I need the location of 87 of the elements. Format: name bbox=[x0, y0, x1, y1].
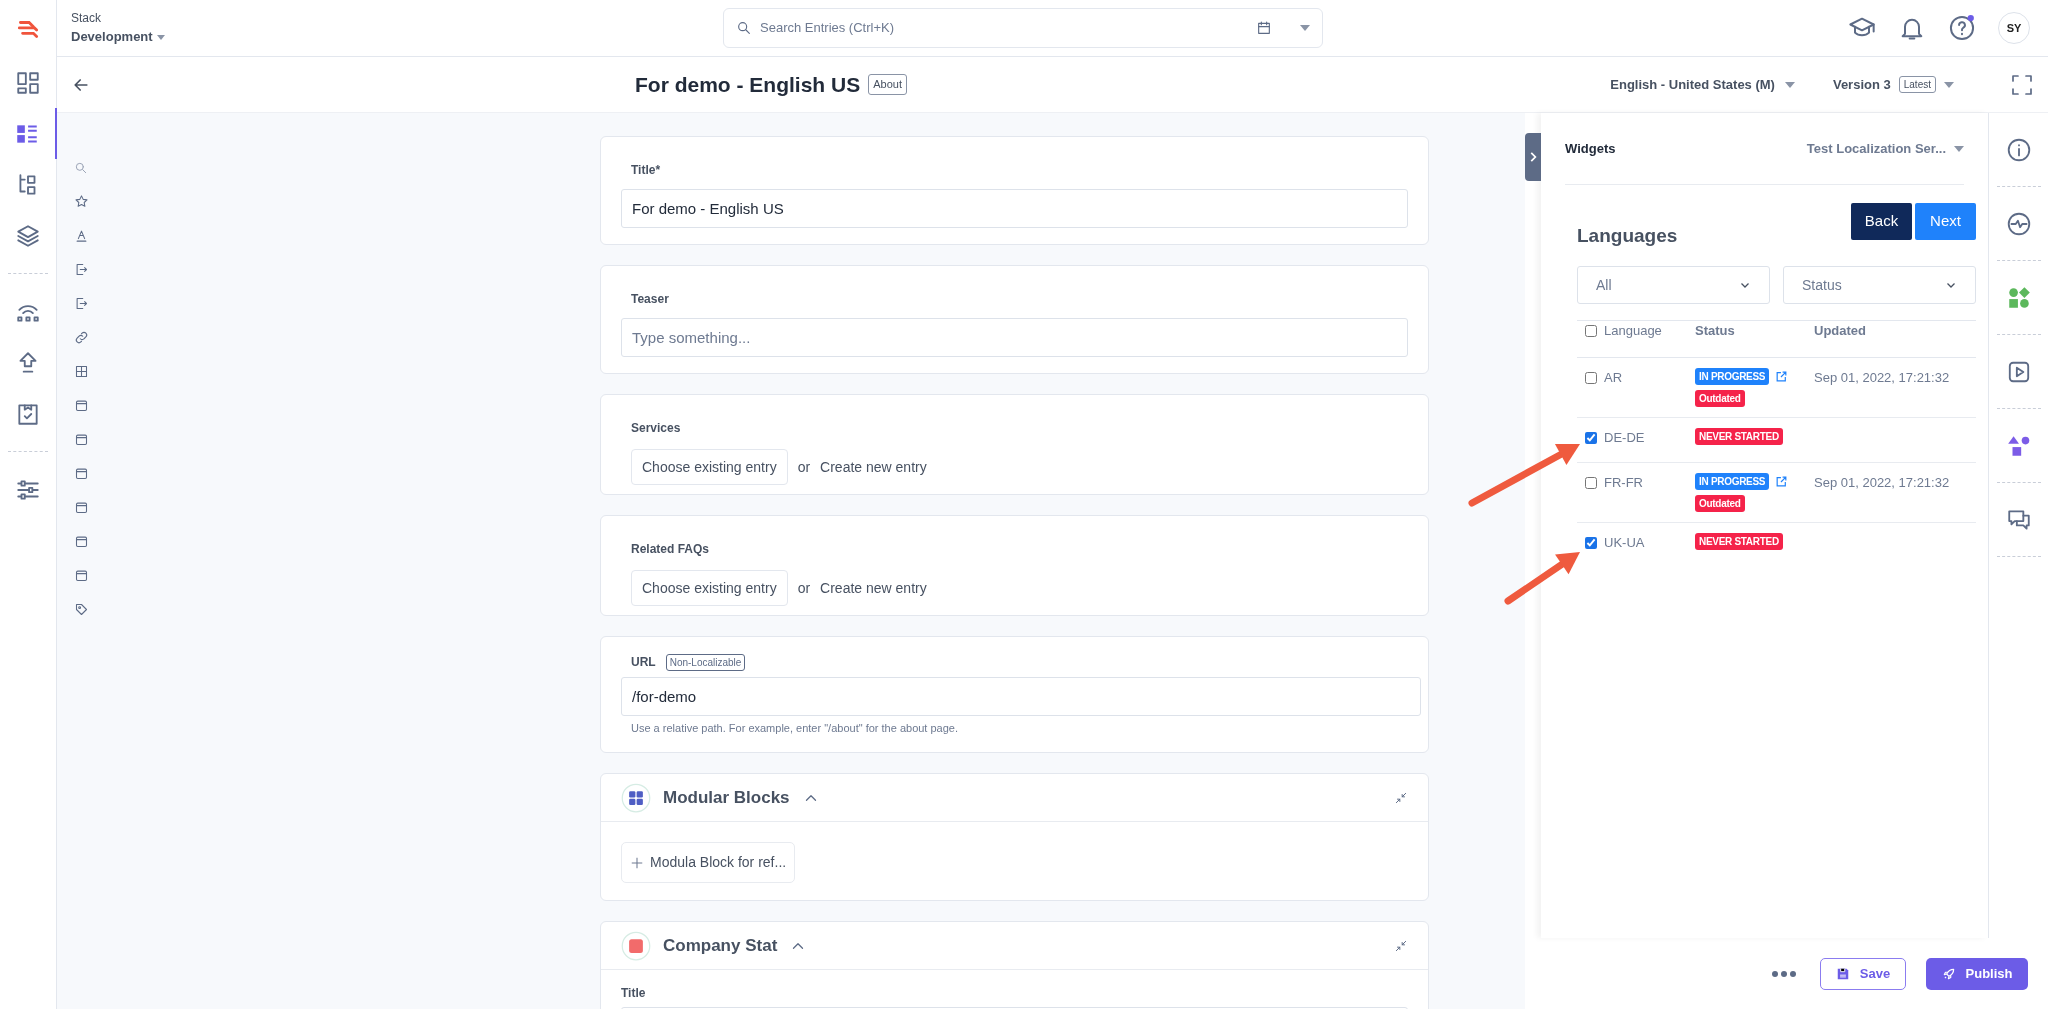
column-header: Language bbox=[1604, 322, 1662, 340]
choose-entry-button[interactable]: Choose existing entry bbox=[631, 570, 788, 606]
activity-icon[interactable] bbox=[2005, 210, 2032, 237]
export-icon[interactable] bbox=[73, 262, 89, 277]
publish-button[interactable]: Publish bbox=[1926, 957, 2028, 990]
url-input[interactable]: /for-demo bbox=[621, 677, 1421, 716]
folder-icon[interactable] bbox=[73, 534, 89, 549]
widgets-title: Widgets bbox=[1565, 139, 1616, 158]
layers-icon bbox=[15, 222, 41, 249]
search-icon bbox=[736, 20, 752, 36]
caret-icon[interactable] bbox=[1300, 25, 1310, 31]
create-entry-link[interactable]: Create new entry bbox=[820, 577, 927, 599]
field-label: Related FAQs bbox=[631, 542, 710, 556]
save-button[interactable]: Save bbox=[1820, 957, 1906, 990]
status-badge: Outdated bbox=[1695, 390, 1745, 407]
add-block-button[interactable]: Modula Block for ref... bbox=[621, 842, 796, 883]
branch-dropdown[interactable]: Development bbox=[71, 27, 165, 47]
collapse-icon[interactable] bbox=[1394, 790, 1408, 805]
updated-date: Sep 01, 2022, 17:21:32 bbox=[1814, 474, 1951, 492]
status-badge: Outdated bbox=[1695, 495, 1745, 512]
field-label: Title* bbox=[631, 163, 661, 177]
section-title: Modular Blocks bbox=[663, 786, 790, 809]
folder-icon[interactable] bbox=[73, 398, 89, 413]
info-icon[interactable] bbox=[2005, 136, 2032, 163]
version-dropdown[interactable]: Version 3 Latest bbox=[1832, 74, 1954, 95]
status-badge: IN PROGRESS bbox=[1695, 368, 1770, 385]
folder-icon[interactable] bbox=[73, 466, 89, 481]
entry-title: For demo - English US bbox=[635, 71, 861, 98]
non-localizable-badge: Non-Localizable bbox=[665, 653, 746, 671]
external-link-icon[interactable] bbox=[1775, 475, 1789, 488]
fullscreen-icon[interactable] bbox=[2010, 72, 2034, 97]
folder-icon[interactable] bbox=[73, 568, 89, 583]
help-icon[interactable] bbox=[1948, 14, 1976, 42]
field-label: Services bbox=[631, 421, 681, 435]
folder-icon[interactable] bbox=[73, 500, 89, 515]
language-code: DE-DE bbox=[1604, 429, 1645, 447]
languages-heading: Languages bbox=[1577, 223, 1678, 248]
external-link-icon[interactable] bbox=[1775, 370, 1789, 383]
content-type-badge: About bbox=[868, 74, 907, 95]
link-icon[interactable] bbox=[73, 330, 89, 345]
dashboard-icon bbox=[15, 69, 41, 96]
calendar-icon[interactable] bbox=[1256, 20, 1272, 36]
create-entry-link[interactable]: Create new entry bbox=[820, 456, 927, 478]
filter-dropdown[interactable]: All bbox=[1577, 266, 1770, 304]
tag-icon[interactable] bbox=[73, 602, 89, 617]
section-title: Company Stat bbox=[663, 934, 778, 957]
column-header: Updated bbox=[1814, 322, 1867, 340]
status-badge: IN PROGRESS bbox=[1695, 473, 1770, 490]
choose-entry-button[interactable]: Choose existing entry bbox=[631, 449, 788, 485]
field-label: URL bbox=[631, 654, 656, 671]
collapse-panel-tab[interactable] bbox=[1525, 133, 1541, 181]
language-checkbox[interactable] bbox=[1585, 371, 1597, 384]
version-badge: Latest bbox=[1898, 76, 1936, 93]
collapse-icon[interactable] bbox=[1394, 938, 1408, 953]
widget-dropdown[interactable]: Test Localization Ser... bbox=[1806, 138, 1964, 159]
language-checkbox[interactable] bbox=[1585, 536, 1597, 549]
column-header: Status bbox=[1695, 322, 1736, 340]
star-icon[interactable] bbox=[73, 194, 89, 209]
text-input[interactable]: Type something... bbox=[621, 318, 1408, 357]
plus-icon bbox=[630, 855, 644, 870]
locale-dropdown[interactable]: English - United States (M) bbox=[1610, 74, 1795, 95]
help-text: Use a relative path. For example, enter "/about" for the about page. bbox=[630, 721, 959, 736]
search-input[interactable]: Search Entries (Ctrl+K) bbox=[760, 18, 1248, 38]
rocket-icon bbox=[1941, 966, 1956, 981]
search-bar[interactable]: Search Entries (Ctrl+K) bbox=[723, 8, 1323, 48]
field-label: Title bbox=[621, 986, 646, 1000]
status-badge: NEVER STARTED bbox=[1695, 533, 1783, 550]
export-icon[interactable] bbox=[73, 296, 89, 311]
grid-icon[interactable] bbox=[73, 364, 89, 379]
folder-icon[interactable] bbox=[73, 432, 89, 447]
select-all-checkbox[interactable] bbox=[1585, 324, 1597, 337]
more-options-icon[interactable] bbox=[1772, 970, 1796, 977]
language-code: UK-UA bbox=[1604, 534, 1645, 552]
next-button[interactable]: Next bbox=[1915, 203, 1976, 240]
text-input[interactable]: For demo - English US bbox=[621, 189, 1408, 228]
or-text: or bbox=[797, 578, 811, 598]
back-button[interactable]: Back bbox=[1851, 203, 1912, 240]
language-code: FR-FR bbox=[1604, 474, 1643, 492]
updated-date: Sep 01, 2022, 17:21:32 bbox=[1814, 369, 1951, 387]
language-code: AR bbox=[1604, 369, 1623, 387]
status-badge: NEVER STARTED bbox=[1695, 428, 1783, 445]
language-checkbox[interactable] bbox=[1585, 476, 1597, 489]
or-text: or bbox=[797, 457, 811, 477]
stack-label: Stack bbox=[71, 10, 102, 28]
filter-dropdown[interactable]: Status bbox=[1783, 266, 1976, 304]
language-checkbox[interactable] bbox=[1585, 431, 1597, 444]
field-label: Teaser bbox=[631, 292, 669, 306]
